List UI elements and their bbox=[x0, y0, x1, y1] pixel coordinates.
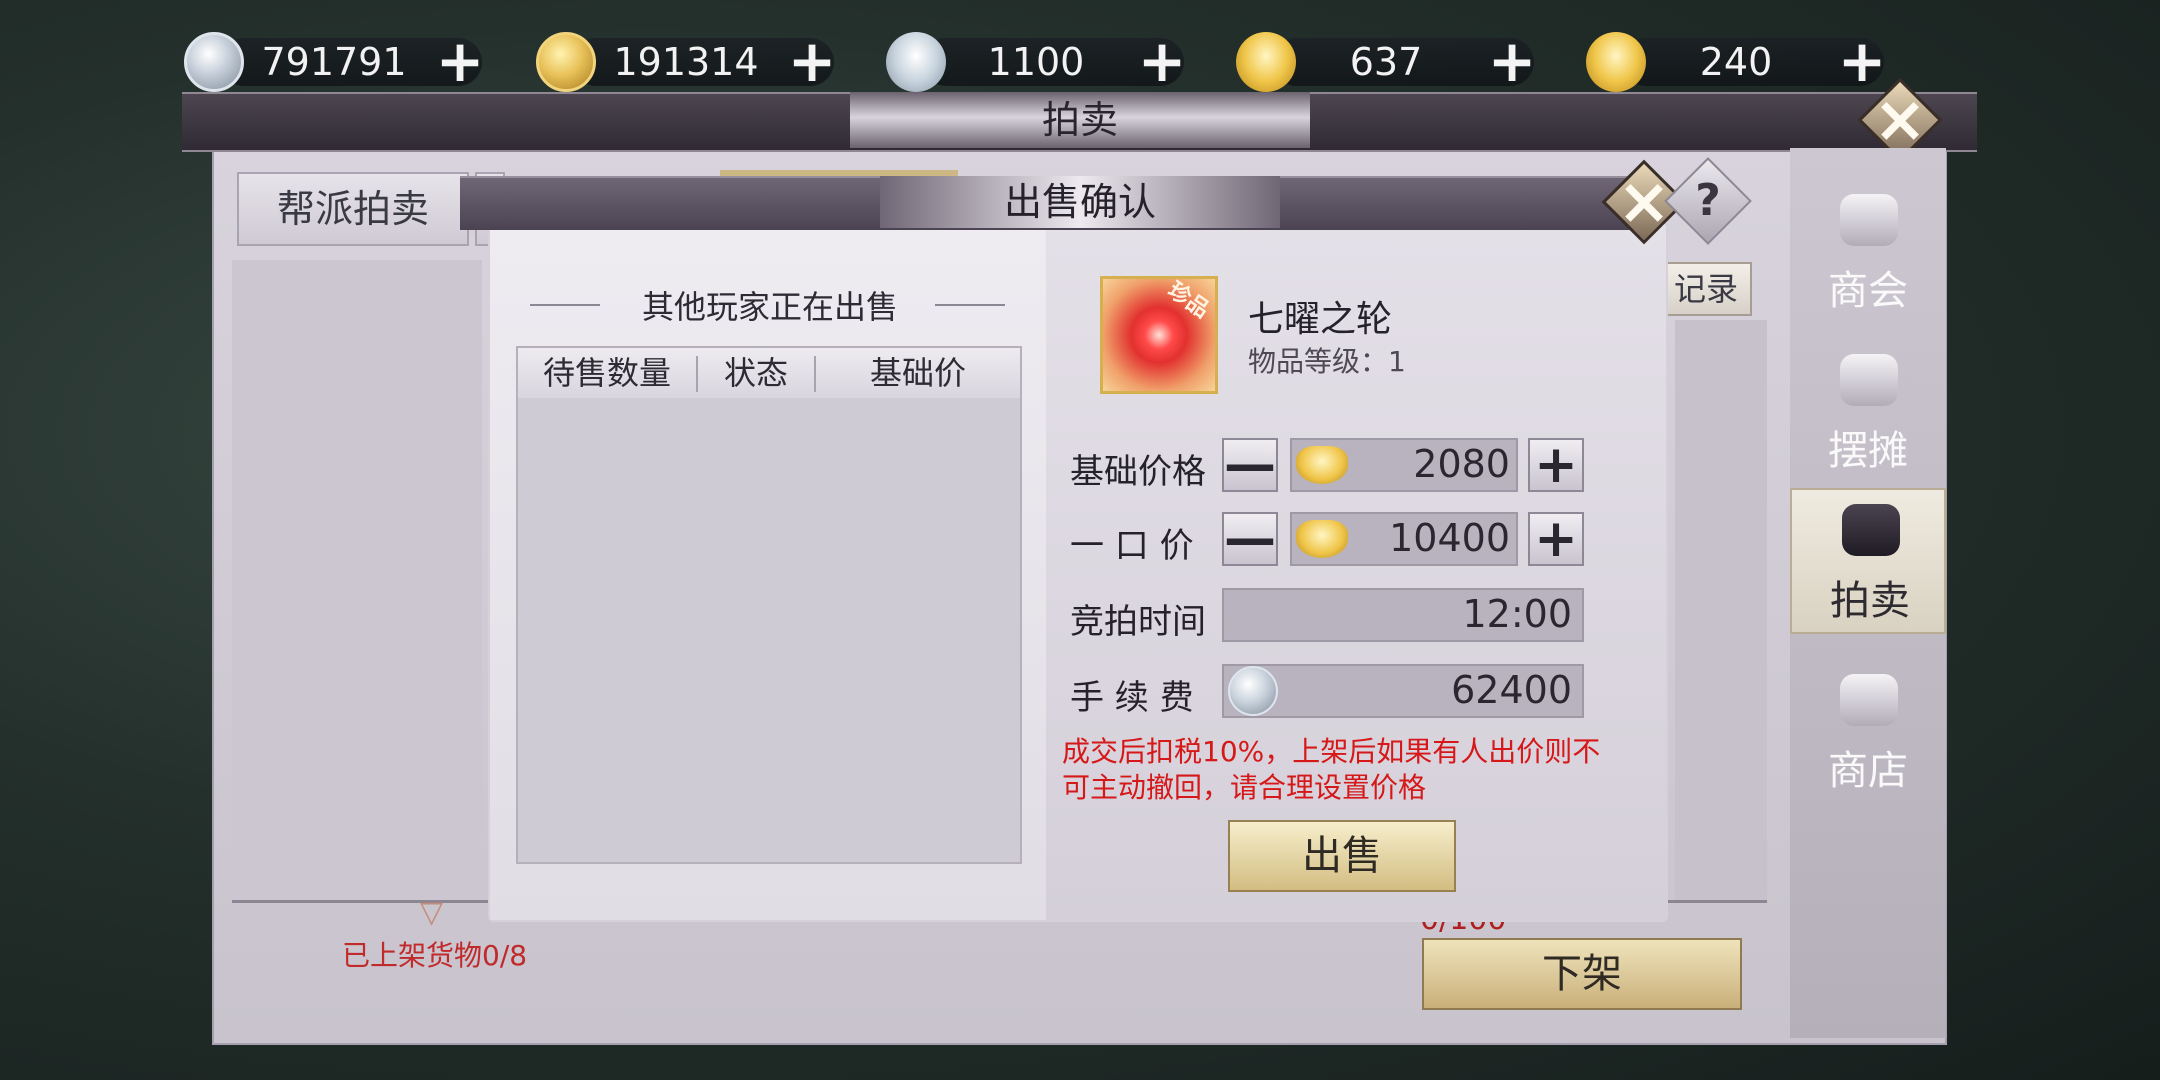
window-title: 拍卖 bbox=[1041, 98, 1118, 142]
store-icon bbox=[1840, 674, 1898, 726]
add-currency-button[interactable]: + bbox=[1136, 32, 1188, 90]
currency-gold-ingot: 240 + bbox=[1586, 32, 1886, 92]
listed-count: 已上架货物0/8 bbox=[342, 939, 528, 972]
gold-ingot-icon bbox=[1296, 446, 1348, 484]
locked-gold-ingot-icon bbox=[1236, 32, 1296, 92]
nav-item-auction[interactable]: 拍卖 bbox=[1790, 488, 1946, 634]
buyout-price-minus-button[interactable]: — bbox=[1222, 512, 1278, 566]
dialog-title: 出售确认 bbox=[1003, 180, 1156, 224]
item-name: 七曜之轮 bbox=[1248, 299, 1393, 340]
buyout-price-value: 10400 bbox=[1389, 516, 1510, 560]
currency-value: 191314 bbox=[613, 40, 759, 84]
silver-coin-icon bbox=[1228, 666, 1278, 716]
currency-locked-ingot: 637 + bbox=[1236, 32, 1536, 92]
buyout-price-plus-button[interactable]: + bbox=[1528, 512, 1584, 566]
others-selling-table bbox=[516, 346, 1022, 864]
left-list-area bbox=[232, 260, 482, 900]
column-status: 状态 bbox=[723, 354, 788, 392]
others-selling-title: 其他玩家正在出售 bbox=[641, 288, 898, 326]
gold-ingot-icon bbox=[1296, 520, 1348, 558]
currency-silver-ingot: 1100 + bbox=[886, 32, 1186, 92]
fee-value: 62400 bbox=[1451, 668, 1572, 712]
currency-silver-coin: 791791 + bbox=[184, 32, 484, 92]
base-price-label: 基础价格 bbox=[1070, 452, 1206, 492]
currency-value: 1100 bbox=[987, 40, 1085, 84]
chevron-down-icon[interactable]: ▽ bbox=[420, 898, 460, 928]
item-level: 物品等级：1 bbox=[1248, 345, 1406, 378]
base-price-value: 2080 bbox=[1413, 442, 1510, 486]
nav-label: 商店 bbox=[1828, 748, 1908, 794]
tab-guild-auction[interactable]: 帮派拍卖 bbox=[237, 172, 469, 246]
add-currency-button[interactable]: + bbox=[434, 32, 486, 90]
base-price-plus-button[interactable]: + bbox=[1528, 438, 1584, 492]
silver-coin-icon bbox=[184, 32, 244, 92]
silver-ingot-icon bbox=[886, 32, 946, 92]
add-currency-button[interactable]: + bbox=[786, 32, 838, 90]
currency-value: 637 bbox=[1349, 40, 1423, 84]
help-icon[interactable]: ? bbox=[1677, 170, 1739, 232]
currency-value: 240 bbox=[1699, 40, 1773, 84]
auction-icon bbox=[1842, 504, 1900, 556]
nav-label: 拍卖 bbox=[1830, 578, 1910, 624]
right-list-area bbox=[1675, 320, 1767, 902]
gold-ingot-icon bbox=[1586, 32, 1646, 92]
base-price-minus-button[interactable]: — bbox=[1222, 438, 1278, 492]
nav-label: 摆摊 bbox=[1828, 428, 1908, 474]
nav-item-store[interactable]: 商店 bbox=[1790, 660, 1946, 800]
buyout-price-label: 一 口 价 bbox=[1070, 526, 1194, 566]
column-base-price: 基础价 bbox=[869, 354, 966, 392]
fee-label: 手 续 费 bbox=[1070, 678, 1194, 718]
tax-warning: 成交后扣税10%，上架后如果有人出价则不可主动撤回，请合理设置价格 bbox=[1062, 735, 1601, 804]
sell-button[interactable]: 出售 bbox=[1228, 820, 1456, 892]
nav-label: 商会 bbox=[1828, 268, 1908, 314]
auction-time-value: 12:00 bbox=[1462, 592, 1572, 636]
unlist-button[interactable]: 下架 bbox=[1422, 938, 1742, 1010]
gold-coin-icon bbox=[536, 32, 596, 92]
currency-gold-coin: 191314 + bbox=[536, 32, 836, 92]
auction-time-label: 竞拍时间 bbox=[1070, 602, 1206, 642]
column-quantity: 待售数量 bbox=[542, 354, 671, 392]
currency-value: 791791 bbox=[261, 40, 407, 84]
nav-item-stall[interactable]: 摆摊 bbox=[1790, 340, 1946, 480]
nav-item-guild-shop[interactable]: 商会 bbox=[1790, 180, 1946, 320]
guild-shop-icon bbox=[1840, 194, 1898, 246]
record-button[interactable]: 记录 bbox=[1660, 262, 1752, 316]
add-currency-button[interactable]: + bbox=[1486, 32, 1538, 90]
stall-icon bbox=[1840, 354, 1898, 406]
